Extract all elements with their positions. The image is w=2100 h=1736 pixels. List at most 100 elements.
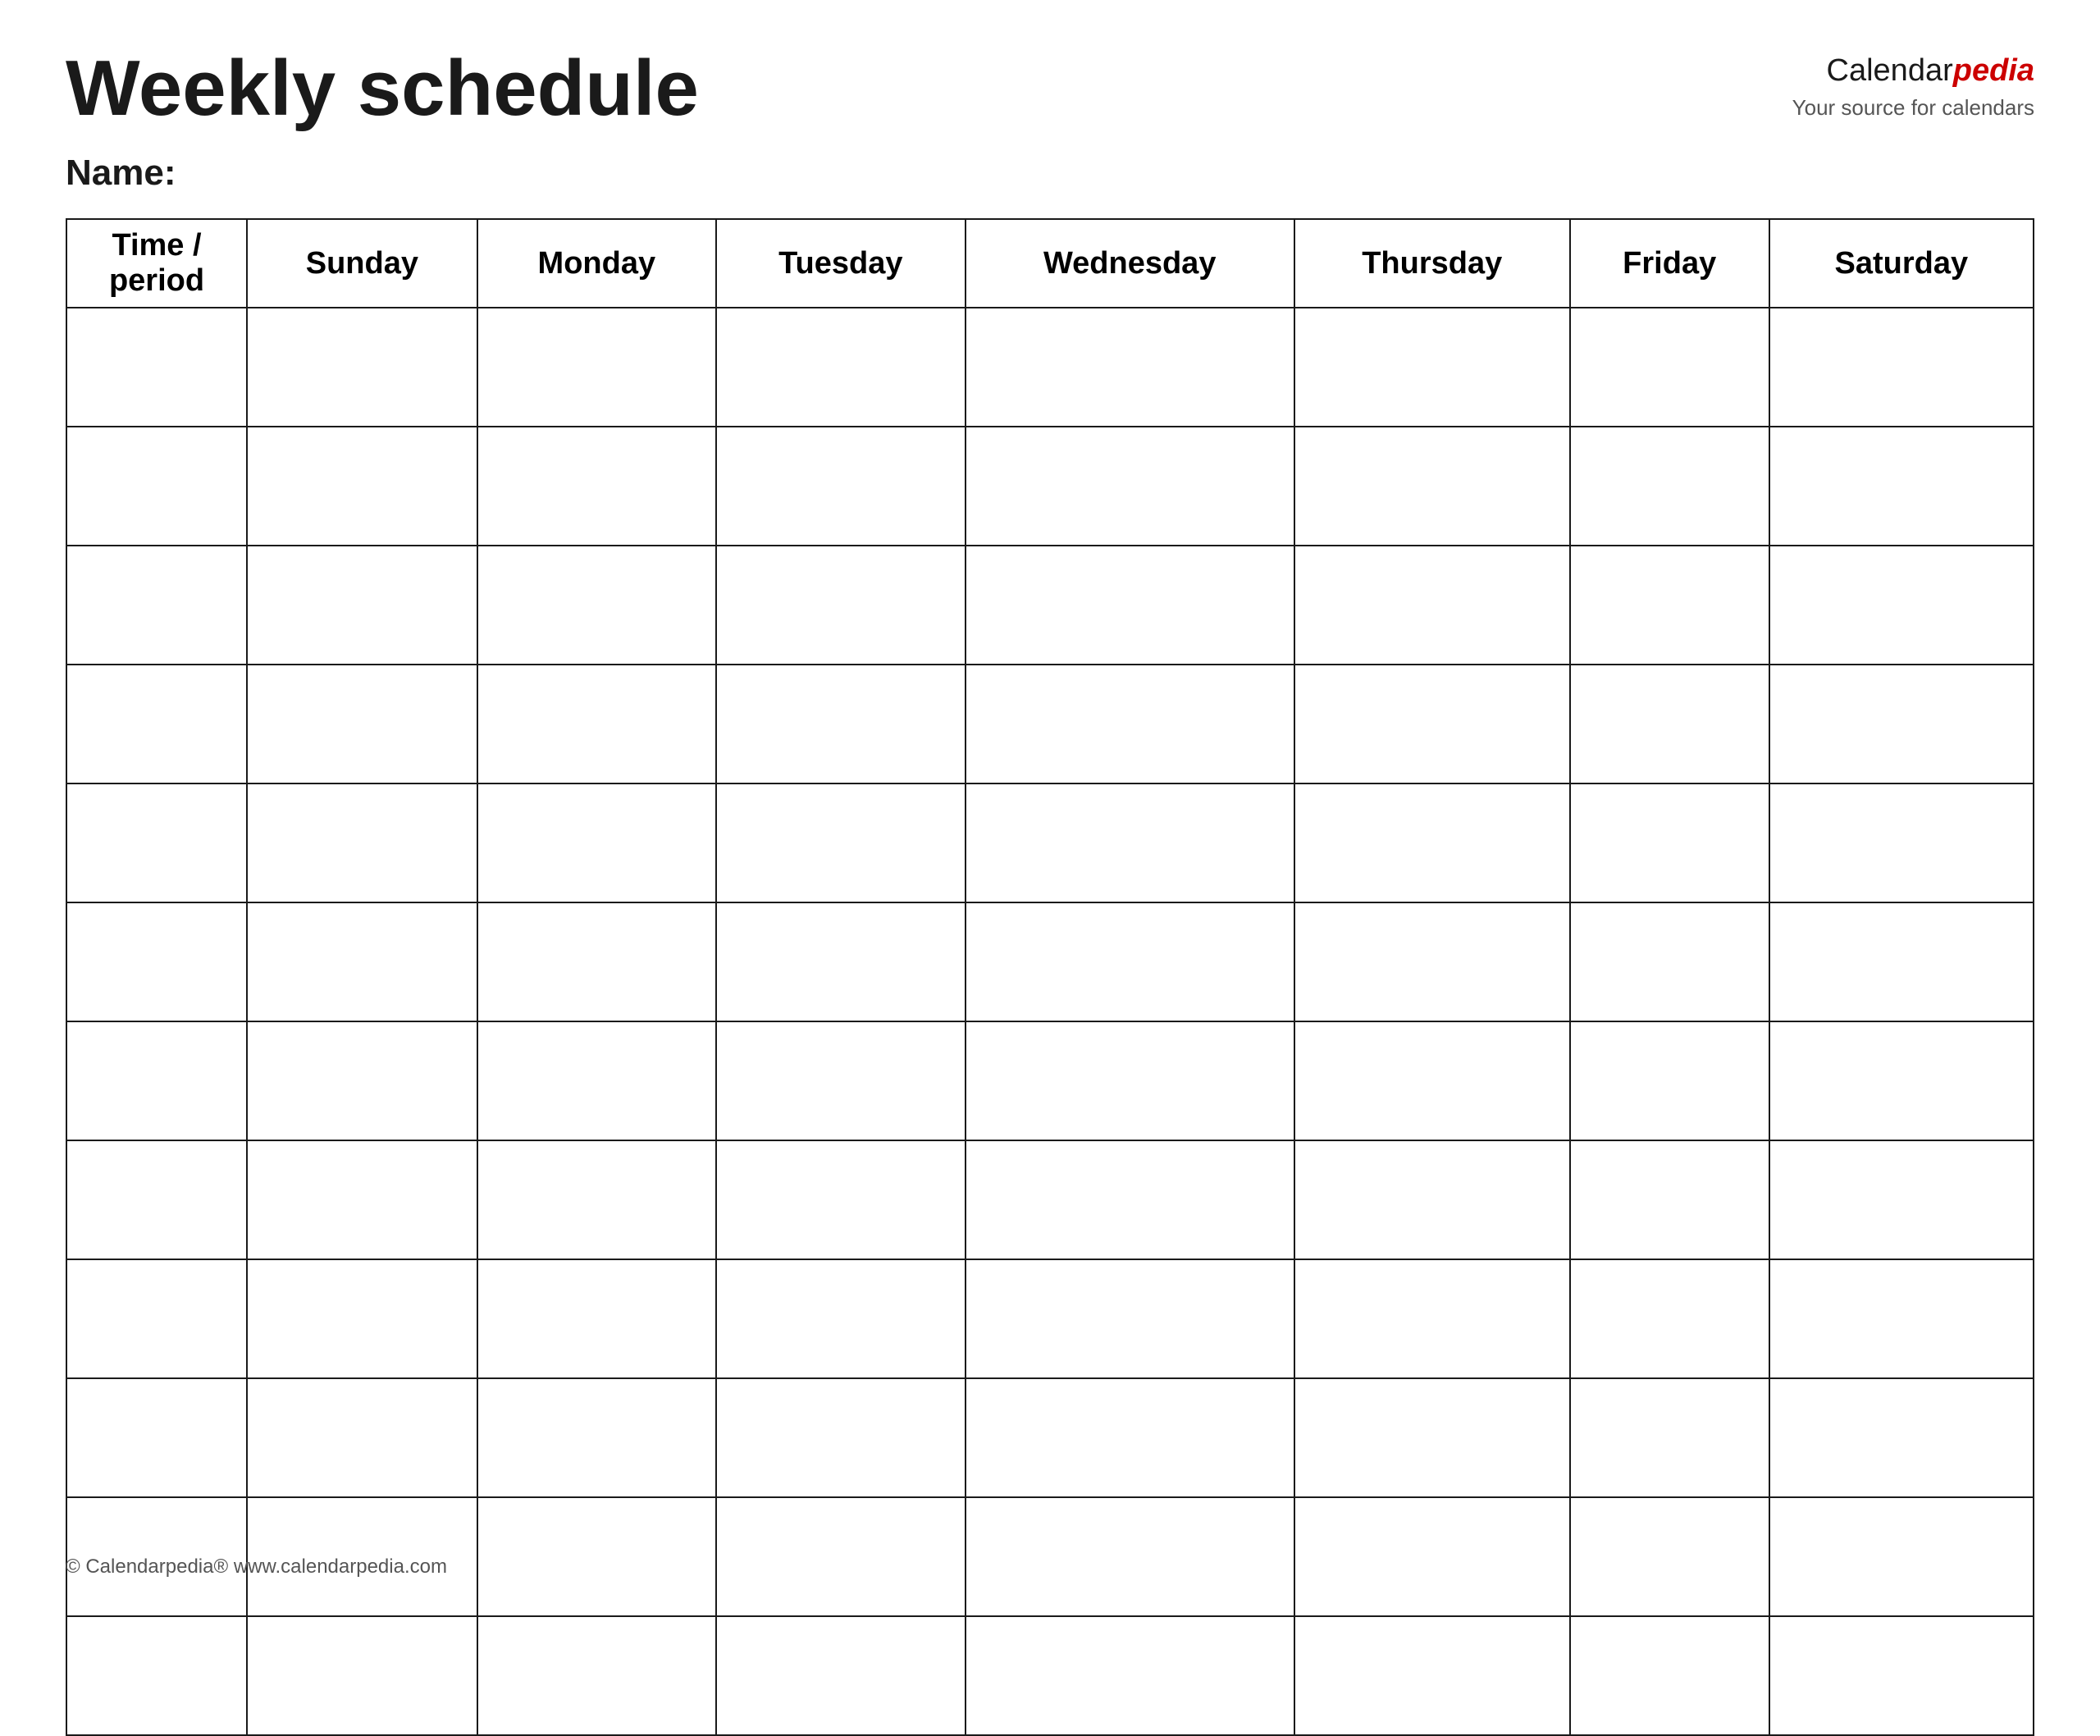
table-cell[interactable] (1294, 1140, 1570, 1259)
table-cell[interactable] (477, 1378, 716, 1497)
table-cell[interactable] (1294, 902, 1570, 1021)
table-cell[interactable] (1769, 665, 2034, 783)
table-cell[interactable] (477, 427, 716, 546)
table-cell[interactable] (477, 1259, 716, 1378)
table-cell[interactable] (477, 665, 716, 783)
table-row (66, 665, 2034, 783)
table-cell[interactable] (247, 1021, 477, 1140)
table-cell[interactable] (1769, 308, 2034, 427)
table-cell[interactable] (1294, 1259, 1570, 1378)
table-cell[interactable] (966, 427, 1294, 546)
table-cell[interactable] (66, 308, 247, 427)
table-cell[interactable] (1769, 427, 2034, 546)
table-cell[interactable] (1570, 783, 1769, 902)
table-cell[interactable] (716, 902, 966, 1021)
table-cell[interactable] (716, 546, 966, 665)
table-cell[interactable] (1769, 546, 2034, 665)
table-cell[interactable] (966, 1021, 1294, 1140)
table-cell[interactable] (247, 1616, 477, 1735)
table-cell[interactable] (247, 1378, 477, 1497)
table-cell[interactable] (1294, 1378, 1570, 1497)
table-cell[interactable] (1570, 1378, 1769, 1497)
table-cell[interactable] (966, 1616, 1294, 1735)
table-cell[interactable] (966, 902, 1294, 1021)
table-cell[interactable] (1570, 1140, 1769, 1259)
table-cell[interactable] (66, 1378, 247, 1497)
table-cell[interactable] (716, 1497, 966, 1616)
table-cell[interactable] (1570, 546, 1769, 665)
table-cell[interactable] (66, 546, 247, 665)
col-header-time: Time / period (66, 219, 247, 308)
table-cell[interactable] (477, 1140, 716, 1259)
table-cell[interactable] (1570, 1616, 1769, 1735)
table-cell[interactable] (66, 1616, 247, 1735)
table-cell[interactable] (66, 427, 247, 546)
table-cell[interactable] (966, 1259, 1294, 1378)
table-cell[interactable] (1570, 902, 1769, 1021)
table-cell[interactable] (247, 902, 477, 1021)
table-cell[interactable] (1769, 1140, 2034, 1259)
table-cell[interactable] (1570, 1497, 1769, 1616)
table-cell[interactable] (1769, 1497, 2034, 1616)
table-cell[interactable] (966, 308, 1294, 427)
table-cell[interactable] (66, 902, 247, 1021)
table-cell[interactable] (247, 783, 477, 902)
table-cell[interactable] (716, 427, 966, 546)
table-cell[interactable] (966, 665, 1294, 783)
table-cell[interactable] (1294, 1616, 1570, 1735)
table-cell[interactable] (66, 783, 247, 902)
table-cell[interactable] (66, 1259, 247, 1378)
table-cell[interactable] (1294, 1021, 1570, 1140)
table-cell[interactable] (247, 1259, 477, 1378)
table-cell[interactable] (477, 1616, 716, 1735)
table-cell[interactable] (1769, 1259, 2034, 1378)
table-cell[interactable] (1570, 308, 1769, 427)
table-cell[interactable] (716, 1378, 966, 1497)
table-cell[interactable] (1570, 665, 1769, 783)
table-cell[interactable] (66, 665, 247, 783)
table-cell[interactable] (477, 1497, 716, 1616)
col-header-thursday: Thursday (1294, 219, 1570, 308)
table-cell[interactable] (1294, 427, 1570, 546)
table-cell[interactable] (477, 546, 716, 665)
table-cell[interactable] (477, 902, 716, 1021)
table-cell[interactable] (247, 546, 477, 665)
table-cell[interactable] (1294, 783, 1570, 902)
col-header-saturday: Saturday (1769, 219, 2034, 308)
table-cell[interactable] (477, 783, 716, 902)
table-cell[interactable] (966, 783, 1294, 902)
table-cell[interactable] (1294, 665, 1570, 783)
table-cell[interactable] (66, 1140, 247, 1259)
table-cell[interactable] (716, 308, 966, 427)
table-cell[interactable] (1570, 427, 1769, 546)
table-cell[interactable] (716, 783, 966, 902)
table-cell[interactable] (716, 665, 966, 783)
table-cell[interactable] (247, 665, 477, 783)
table-cell[interactable] (477, 1021, 716, 1140)
table-cell[interactable] (1769, 1021, 2034, 1140)
table-cell[interactable] (1769, 783, 2034, 902)
table-cell[interactable] (1570, 1259, 1769, 1378)
schedule-table-wrapper: Time / periodSundayMondayTuesdayWednesda… (66, 218, 2034, 1736)
table-cell[interactable] (1769, 902, 2034, 1021)
table-cell[interactable] (247, 308, 477, 427)
col-header-wednesday: Wednesday (966, 219, 1294, 308)
table-cell[interactable] (966, 546, 1294, 665)
table-cell[interactable] (966, 1497, 1294, 1616)
table-cell[interactable] (966, 1378, 1294, 1497)
table-cell[interactable] (247, 1140, 477, 1259)
table-cell[interactable] (1294, 308, 1570, 427)
table-cell[interactable] (66, 1021, 247, 1140)
table-cell[interactable] (1570, 1021, 1769, 1140)
table-cell[interactable] (716, 1616, 966, 1735)
table-cell[interactable] (1294, 1497, 1570, 1616)
table-cell[interactable] (1769, 1378, 2034, 1497)
table-cell[interactable] (716, 1021, 966, 1140)
table-cell[interactable] (477, 308, 716, 427)
table-cell[interactable] (716, 1259, 966, 1378)
table-cell[interactable] (1294, 546, 1570, 665)
table-cell[interactable] (716, 1140, 966, 1259)
table-cell[interactable] (247, 427, 477, 546)
table-cell[interactable] (1769, 1616, 2034, 1735)
table-cell[interactable] (966, 1140, 1294, 1259)
